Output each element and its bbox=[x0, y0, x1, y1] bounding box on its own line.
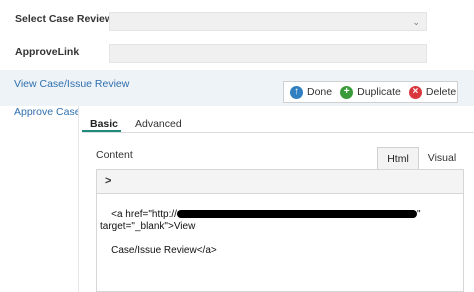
tab-basic[interactable]: Basic bbox=[90, 118, 118, 130]
view-case-link[interactable]: View Case/Issue Review bbox=[14, 78, 129, 90]
chevron-down-icon: ⌄ bbox=[412, 17, 420, 27]
arrow-up-circle-icon: ↑ bbox=[290, 85, 303, 99]
content-label: Content bbox=[96, 149, 133, 161]
approvelink-label: ApproveLink bbox=[15, 46, 80, 58]
duplicate-label: Duplicate bbox=[357, 86, 401, 98]
html-code: <a href="http://" target="_blank">View C… bbox=[100, 197, 460, 269]
x-circle-icon: × bbox=[408, 85, 422, 99]
item-action-toolbar: ↑ Done + Duplicate × Delete bbox=[283, 81, 458, 103]
tab-visual[interactable]: Visual bbox=[422, 147, 462, 169]
redacted-url bbox=[176, 210, 417, 219]
approve-case-link[interactable]: Approve Case/ bbox=[14, 106, 83, 118]
select-case-review-dropdown[interactable]: ⌄ bbox=[109, 12, 427, 31]
delete-button[interactable]: × Delete bbox=[408, 85, 457, 99]
html-editor-textarea[interactable]: <a href="http://" target="_blank">View C… bbox=[96, 194, 464, 292]
tabs-divider bbox=[82, 132, 474, 133]
done-button[interactable]: ↑ Done bbox=[290, 85, 333, 99]
plus-circle-icon: + bbox=[340, 85, 354, 99]
code-prefix: <a href="http:// bbox=[111, 209, 177, 220]
approvelink-input[interactable] bbox=[109, 44, 427, 63]
code-line-2: Case/Issue Review</a> bbox=[111, 245, 217, 256]
select-case-review-label: Select Case Review bbox=[15, 13, 114, 25]
duplicate-button[interactable]: + Duplicate bbox=[340, 85, 401, 99]
tab-advanced[interactable]: Advanced bbox=[135, 118, 182, 130]
delete-label: Delete bbox=[425, 86, 457, 98]
tab-html[interactable]: Html bbox=[377, 147, 419, 169]
toolbar-toggle-button[interactable]: > bbox=[105, 175, 111, 187]
editor-toolbar: > bbox=[96, 169, 464, 194]
done-label: Done bbox=[307, 86, 333, 98]
